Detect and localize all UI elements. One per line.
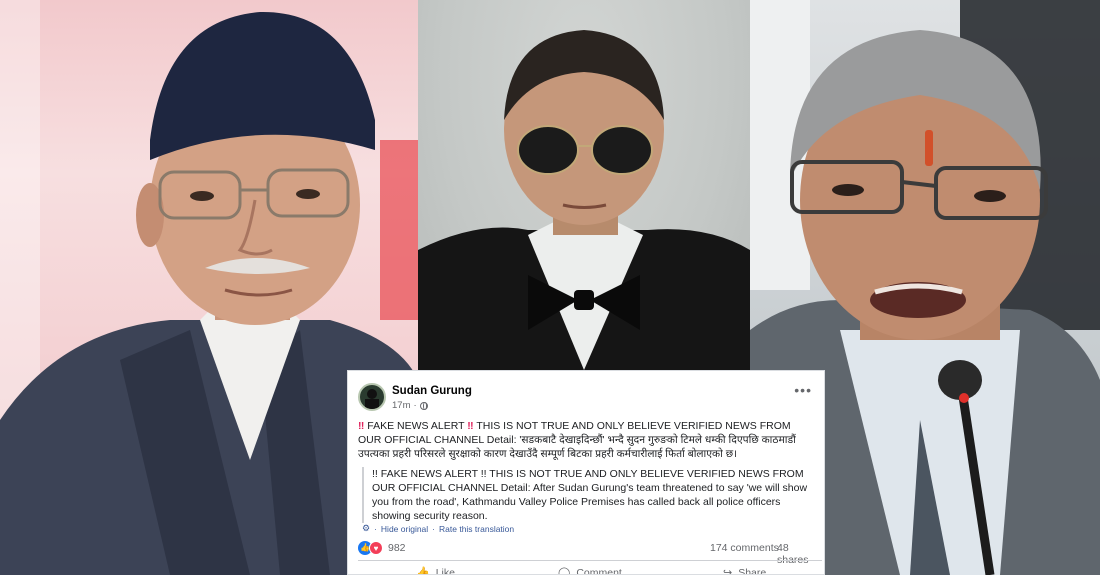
share-button[interactable]: ↪ Share xyxy=(723,566,766,575)
reaction-icons[interactable]: 👍 ♥ xyxy=(358,541,384,555)
post-header: Sudan Gurung 17m · ••• xyxy=(358,383,816,415)
share-arrow-icon: ↪ xyxy=(723,567,733,575)
post-meta: 17m · xyxy=(392,400,428,411)
like-button-label: Like xyxy=(435,566,455,575)
translate-gear-icon: ⚙ xyxy=(362,523,371,533)
photo-middle-man-sunglasses xyxy=(418,0,750,370)
comment-button[interactable]: ◯ Comment xyxy=(558,566,622,575)
post-time[interactable]: 17m xyxy=(392,400,410,411)
reactions-bar: 👍 ♥ 982 174 comments 48 shares xyxy=(358,538,822,566)
post-alert-heading: FAKE NEWS ALERT xyxy=(364,420,468,432)
facebook-post-card: Sudan Gurung 17m · ••• ‼ FAKE NEWS ALERT… xyxy=(347,370,825,575)
like-button[interactable]: 👍 Like xyxy=(416,566,455,575)
hide-original-link[interactable]: Hide original xyxy=(381,524,428,534)
translated-text: !! FAKE NEWS ALERT !! THIS IS NOT TRUE A… xyxy=(362,467,812,523)
photo-middle-illustration xyxy=(418,30,750,370)
avatar-image xyxy=(365,389,379,409)
reaction-count[interactable]: 982 xyxy=(388,542,406,554)
post-actions-bar: 👍 Like ◯ Comment ↪ Share xyxy=(358,560,822,575)
author-avatar[interactable] xyxy=(358,383,386,411)
post-body-text: ‼ FAKE NEWS ALERT ‼ THIS IS NOT TRUE AND… xyxy=(358,419,816,461)
translation-links: ⚙ · Hide original · Rate this translatio… xyxy=(362,523,514,534)
meta-separator: · xyxy=(413,400,417,411)
comment-bubble-icon: ◯ xyxy=(558,567,571,575)
dot-separator: · xyxy=(374,523,377,534)
comments-count[interactable]: 174 comments xyxy=(710,542,779,554)
post-more-options-button[interactable]: ••• xyxy=(794,383,812,397)
comment-button-label: Comment xyxy=(576,566,622,575)
dot-separator: · xyxy=(432,523,436,534)
love-reaction-icon: ♥ xyxy=(369,541,383,555)
thumbs-up-icon: 👍 xyxy=(416,567,430,575)
post-author-name[interactable]: Sudan Gurung xyxy=(392,385,472,397)
share-button-label: Share xyxy=(738,566,767,575)
rate-translation-link[interactable]: Rate this translation xyxy=(439,524,514,534)
globe-icon xyxy=(419,401,428,410)
